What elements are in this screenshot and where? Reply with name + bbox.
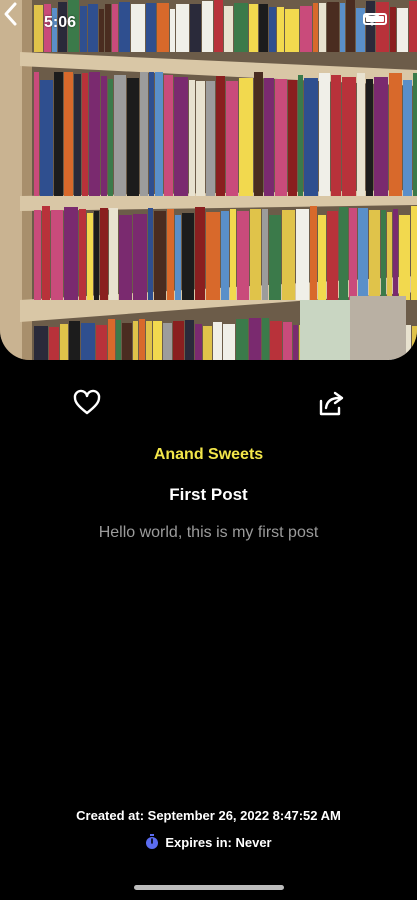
post-title: First Post: [169, 485, 248, 504]
share-icon[interactable]: [317, 389, 347, 417]
expires-label: Expires in: Never: [165, 834, 272, 850]
created-at-label: Created at: September 26, 2022 8:47:52 A…: [76, 808, 341, 823]
post-detail-screen: 5:06 Anand Sweets First Post Hello world…: [0, 0, 417, 900]
heart-icon[interactable]: [73, 389, 101, 417]
home-indicator: [134, 885, 284, 890]
battery-icon: [363, 13, 387, 25]
post-author: Anand Sweets: [153, 446, 264, 463]
bookshelf-photo: [0, 0, 417, 360]
timer-icon: [146, 834, 159, 849]
expires-row: Expires in: Never: [0, 834, 417, 850]
status-icons: [363, 13, 387, 26]
post-image: 5:06: [0, 0, 417, 360]
back-chevron-icon[interactable]: [0, 0, 22, 28]
post-body: Hello world, this is my first post: [98, 524, 319, 541]
status-time: 5:06: [44, 14, 77, 31]
